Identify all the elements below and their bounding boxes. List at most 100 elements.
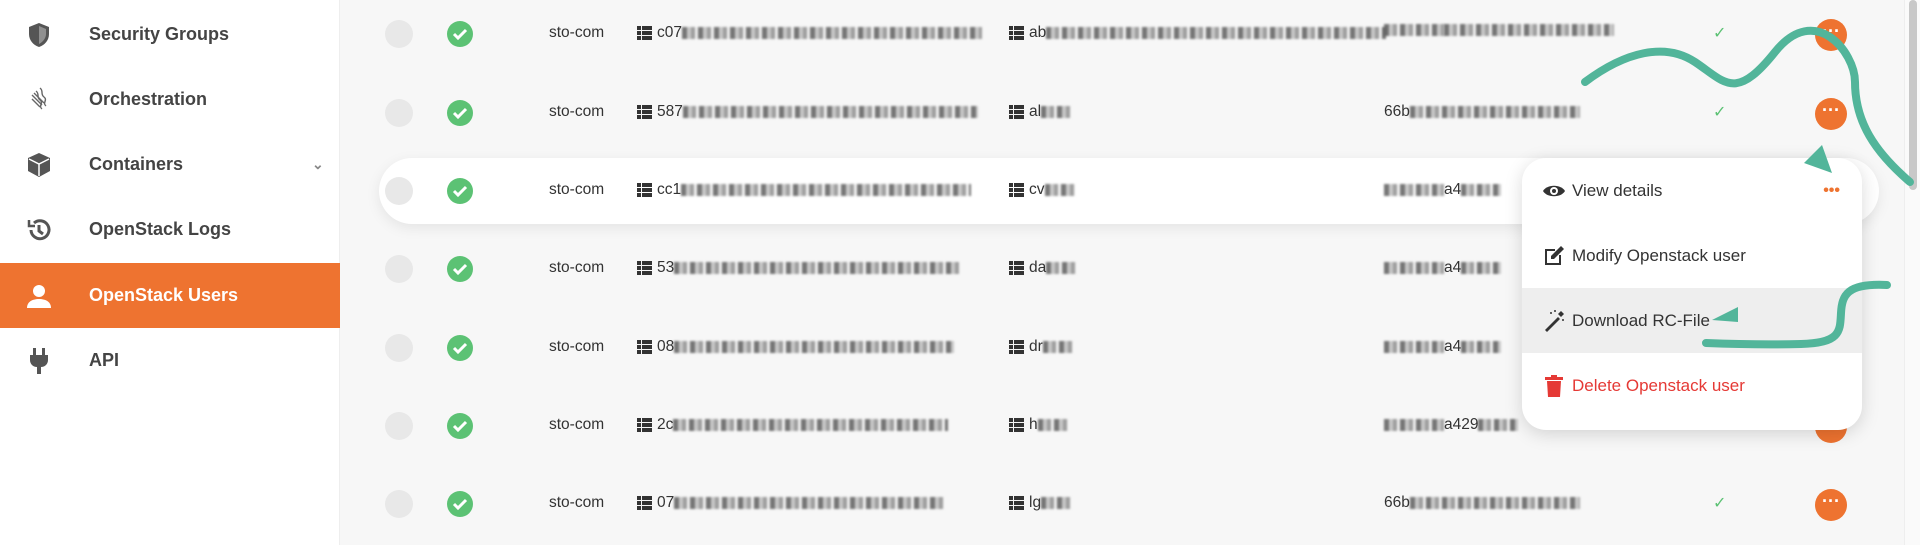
list-icon	[1009, 183, 1024, 197]
project-name: sto-com	[549, 338, 605, 355]
scrollbar[interactable]	[1904, 0, 1920, 545]
row-select-radio[interactable]	[385, 20, 413, 48]
user-id: 07	[657, 494, 945, 512]
list-icon	[637, 183, 652, 197]
project-name: sto-com	[549, 181, 605, 198]
redacted-text	[674, 262, 960, 274]
user-name: h	[1029, 416, 1068, 434]
user-domain	[1384, 24, 1614, 36]
redacted-text	[1461, 184, 1502, 196]
user-id: 2c	[657, 416, 949, 434]
table-row[interactable]: sto-com 07 lg 66b ✓ ···	[341, 471, 1901, 537]
more-icon[interactable]: •••	[1823, 182, 1840, 200]
redacted-text	[674, 341, 955, 353]
eye-icon	[1543, 185, 1565, 196]
shield-icon	[26, 22, 52, 48]
project-name: sto-com	[549, 24, 605, 41]
user-name: cv	[1029, 181, 1075, 199]
plug-icon	[26, 347, 52, 374]
user-id: 53	[657, 259, 960, 277]
row-select-radio[interactable]	[385, 334, 413, 362]
scrollbar-thumb[interactable]	[1909, 0, 1917, 190]
menu-item-modify-user[interactable]: Modify Openstack user	[1522, 223, 1862, 288]
user-name: al	[1029, 103, 1072, 121]
table-row[interactable]: sto-com 587 al 66b ✓ ···	[341, 80, 1901, 146]
redacted-text	[682, 106, 978, 118]
sidebar-item-label: OpenStack Users	[89, 285, 239, 305]
sidebar-item-orchestration[interactable]: Orchestration	[0, 67, 340, 132]
row-actions-button[interactable]: ···	[1815, 19, 1847, 51]
status-ok-icon	[447, 21, 473, 47]
redacted-text	[1042, 341, 1073, 353]
redacted-text	[1046, 262, 1077, 274]
list-icon	[1009, 261, 1024, 275]
sidebar-item-label: Security Groups	[89, 24, 230, 44]
user-name: ab	[1029, 24, 1387, 42]
redacted-text	[1461, 262, 1502, 274]
table-row[interactable]: sto-com c07 ab ✓ ···	[341, 1, 1901, 67]
verified-check-icon: ✓	[1713, 104, 1727, 121]
redacted-text	[1046, 27, 1387, 39]
status-ok-icon	[447, 178, 473, 204]
sidebar-item-label: API	[89, 350, 120, 370]
project-name: sto-com	[549, 259, 605, 276]
list-icon	[637, 261, 652, 275]
row-actions-button[interactable]: ···	[1815, 489, 1847, 521]
verified-check-icon: ✓	[1713, 495, 1727, 512]
row-actions-button[interactable]: ···	[1815, 98, 1847, 130]
list-icon	[637, 26, 652, 40]
sidebar-item-openstack-logs[interactable]: OpenStack Logs	[0, 197, 340, 262]
redacted-text	[673, 419, 949, 431]
sidebar: Security Groups Orchestration Containers…	[0, 0, 340, 545]
sidebar-item-label: OpenStack Logs	[89, 219, 232, 239]
user-id: 587	[657, 103, 978, 121]
user-name: lg	[1029, 494, 1072, 512]
chevron-down-icon[interactable]: ⌄	[312, 156, 324, 173]
redacted-text	[682, 27, 982, 39]
status-ok-icon	[447, 256, 473, 282]
row-select-radio[interactable]	[385, 412, 413, 440]
list-icon	[637, 105, 652, 119]
redacted-text	[1037, 419, 1068, 431]
redacted-text	[674, 497, 945, 509]
status-ok-icon	[447, 335, 473, 361]
row-select-radio[interactable]	[385, 177, 413, 205]
user-id: 08	[657, 338, 955, 356]
orchestration-icon	[26, 86, 52, 113]
row-select-radio[interactable]	[385, 490, 413, 518]
user-domain: 66b	[1384, 103, 1580, 121]
user-domain: 66b	[1384, 494, 1580, 512]
redacted-text	[1384, 341, 1444, 353]
list-icon	[637, 496, 652, 510]
user-icon	[26, 283, 52, 309]
menu-item-delete-user[interactable]: Delete Openstack user	[1522, 353, 1862, 418]
redacted-text	[1041, 106, 1072, 118]
redacted-text	[1384, 24, 1444, 36]
menu-item-download-rc-file[interactable]: Download RC-File	[1522, 288, 1862, 353]
status-ok-icon	[447, 491, 473, 517]
user-name: dr	[1029, 338, 1073, 356]
trash-icon	[1545, 374, 1563, 397]
sidebar-item-openstack-users[interactable]: OpenStack Users	[0, 263, 340, 328]
menu-item-view-details[interactable]: View details •••	[1522, 158, 1862, 223]
project-name: sto-com	[549, 416, 605, 433]
sidebar-item-security-groups[interactable]: Security Groups	[0, 2, 340, 67]
sidebar-item-containers[interactable]: Containers ⌄	[0, 132, 340, 197]
status-ok-icon	[447, 413, 473, 439]
user-domain: a4	[1384, 338, 1502, 356]
list-icon	[1009, 340, 1024, 354]
sidebar-item-label: Orchestration	[89, 89, 208, 109]
project-name: sto-com	[549, 103, 605, 120]
sidebar-item-api[interactable]: API	[0, 328, 340, 393]
user-id: cc1	[657, 181, 972, 199]
edit-icon	[1545, 245, 1564, 265]
history-icon	[26, 217, 52, 243]
redacted-text	[1409, 106, 1580, 118]
list-icon	[1009, 26, 1024, 40]
row-select-radio[interactable]	[385, 255, 413, 283]
row-select-radio[interactable]	[385, 99, 413, 127]
magic-wand-icon	[1545, 309, 1564, 332]
redacted-text	[1461, 341, 1502, 353]
list-icon	[1009, 105, 1024, 119]
status-ok-icon	[447, 100, 473, 126]
